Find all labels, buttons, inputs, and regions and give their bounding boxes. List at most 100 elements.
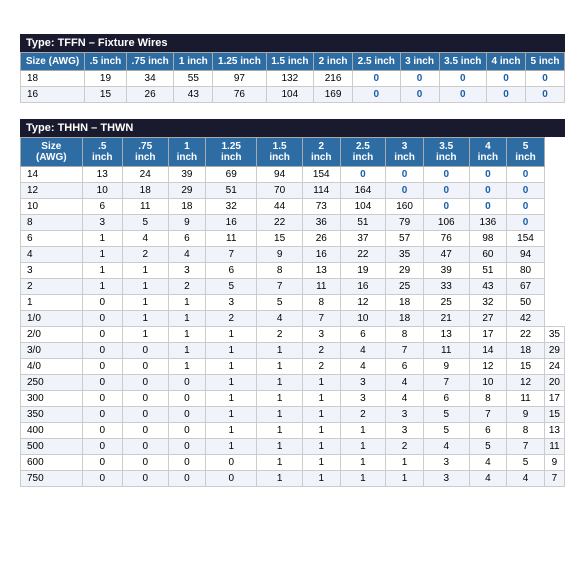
table-cell: 6: [206, 263, 257, 279]
table-cell: 6: [340, 327, 386, 343]
column-header: 2 inch: [302, 138, 340, 167]
table-cell: 3: [386, 423, 424, 439]
data-table-tffn: Size (AWG).5 inch.75 inch1 inch1.25 inch…: [20, 52, 565, 103]
table-cell: 2/0: [21, 327, 83, 343]
table-cell: 0: [122, 375, 168, 391]
table-cell: 0: [439, 87, 487, 103]
table-cell: 1: [206, 391, 257, 407]
table-cell: 24: [544, 359, 564, 375]
section-tffn: Type: TFFN – Fixture WiresSize (AWG).5 i…: [20, 34, 565, 103]
table-cell: 5: [122, 215, 168, 231]
table-cell: 5: [257, 295, 303, 311]
table-cell: 51: [340, 215, 386, 231]
table-cell: 0: [168, 407, 206, 423]
column-header: .75 inch: [126, 53, 174, 71]
table-cell: 6: [423, 391, 469, 407]
table-cell: 0: [469, 199, 507, 215]
table-cell: 7: [206, 247, 257, 263]
table-cell: 36: [302, 215, 340, 231]
table-cell: 1: [257, 439, 303, 455]
table-cell: 1: [257, 375, 303, 391]
table-cell: 8: [21, 215, 83, 231]
table-cell: 1: [386, 471, 424, 487]
table-cell: 5: [423, 407, 469, 423]
table-cell: 4: [469, 471, 507, 487]
table-cell: 106: [423, 215, 469, 231]
table-cell: 0: [168, 455, 206, 471]
table-cell: 29: [168, 183, 206, 199]
table-cell: 7: [386, 343, 424, 359]
column-header: 1 inch: [168, 138, 206, 167]
column-header: 5 inch: [507, 138, 545, 167]
table-cell: 11: [302, 279, 340, 295]
table-cell: 0: [122, 439, 168, 455]
table-cell: 0: [122, 359, 168, 375]
table-cell: 25: [423, 295, 469, 311]
table-row: 211257111625334367: [21, 279, 565, 295]
table-cell: 2: [206, 311, 257, 327]
table-cell: 8: [302, 295, 340, 311]
table-cell: 1: [340, 455, 386, 471]
table-cell: 16: [302, 247, 340, 263]
table-cell: 1: [206, 407, 257, 423]
table-cell: 2: [168, 279, 206, 295]
table-cell: 0: [82, 455, 122, 471]
table-row: 3500001112357915: [21, 407, 565, 423]
table-cell: 37: [340, 231, 386, 247]
table-cell: 6: [386, 359, 424, 375]
table-cell: 1: [122, 279, 168, 295]
table-cell: 60: [469, 247, 507, 263]
table-row: 1061118324473104160000: [21, 199, 565, 215]
table-cell: 1: [82, 231, 122, 247]
table-row: 412479162235476094: [21, 247, 565, 263]
table-cell: 1: [122, 311, 168, 327]
table-cell: 7: [257, 279, 303, 295]
table-cell: 0: [487, 71, 526, 87]
section-thhn: Type: THHN – THWNSize (AWG).5 inch.75 in…: [20, 119, 565, 487]
table-row: 311368131929395180: [21, 263, 565, 279]
table-cell: 3: [168, 263, 206, 279]
table-cell: 1: [206, 359, 257, 375]
table-cell: 1: [82, 279, 122, 295]
table-cell: 400: [21, 423, 83, 439]
table-cell: 1: [168, 327, 206, 343]
table-cell: 4: [122, 231, 168, 247]
table-cell: 2: [302, 343, 340, 359]
table-cell: 29: [386, 263, 424, 279]
table-cell: 69: [206, 167, 257, 183]
table-cell: 55: [174, 71, 213, 87]
table-cell: 51: [469, 263, 507, 279]
column-header: 4 inch: [487, 53, 526, 71]
table-cell: 32: [206, 199, 257, 215]
table-cell: 8: [507, 423, 545, 439]
table-cell: 1: [257, 423, 303, 439]
table-row: 181934559713221600000: [21, 71, 565, 87]
table-cell: 12: [507, 375, 545, 391]
table-cell: 8: [386, 327, 424, 343]
table-cell: 3: [423, 455, 469, 471]
column-header: 4 inch: [469, 138, 507, 167]
table-cell: 39: [168, 167, 206, 183]
table-cell: 0: [168, 423, 206, 439]
column-header: 2.5 inch: [340, 138, 386, 167]
table-row: 1210182951701141640000: [21, 183, 565, 199]
table-cell: 0: [507, 199, 545, 215]
table-cell: 0: [206, 455, 257, 471]
table-cell: 0: [122, 391, 168, 407]
table-cell: 73: [302, 199, 340, 215]
table-cell: 500: [21, 439, 83, 455]
table-cell: 15: [257, 231, 303, 247]
table-cell: 1: [21, 295, 83, 311]
table-cell: 50: [507, 295, 545, 311]
table-cell: 0: [82, 295, 122, 311]
table-cell: 0: [487, 87, 526, 103]
table-cell: 4: [340, 359, 386, 375]
table-cell: 1: [206, 343, 257, 359]
column-header: 1.25 inch: [206, 138, 257, 167]
table-cell: 4/0: [21, 359, 83, 375]
table-cell: 1: [168, 359, 206, 375]
table-cell: 600: [21, 455, 83, 471]
table-cell: 6: [82, 199, 122, 215]
table-cell: 0: [525, 71, 564, 87]
column-header: 1.5 inch: [257, 138, 303, 167]
